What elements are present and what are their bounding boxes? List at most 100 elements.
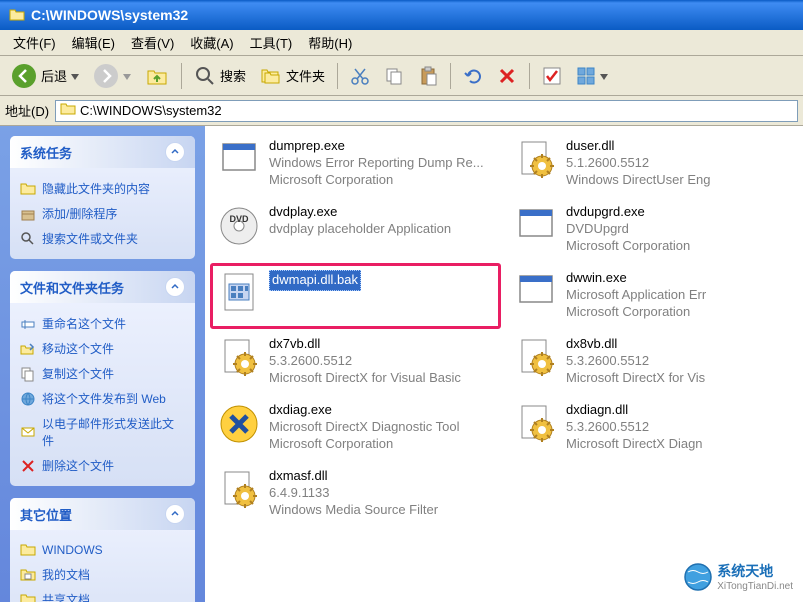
delete-icon xyxy=(497,66,517,86)
system-tasks-panel: 系统任务 隐藏此文件夹的内容 添加/删除程序 搜索文件或文件夹 xyxy=(10,136,195,259)
dropdown-icon xyxy=(71,68,79,83)
window-title: C:\WINDOWS\system32 xyxy=(31,7,188,23)
delete-button[interactable] xyxy=(491,62,523,90)
cut-button[interactable] xyxy=(344,62,376,90)
file-item[interactable]: dx8vb.dll5.3.2600.5512Microsoft DirectX … xyxy=(514,336,791,388)
file-item[interactable]: dx7vb.dll5.3.2600.5512Microsoft DirectX … xyxy=(217,336,494,388)
file-tasks-header[interactable]: 文件和文件夹任务 xyxy=(10,271,195,303)
email-icon xyxy=(20,424,36,440)
dropdown-icon xyxy=(600,68,608,83)
back-arrow-icon xyxy=(11,63,37,89)
search-files-link[interactable]: 搜索文件或文件夹 xyxy=(20,226,185,251)
file-item[interactable]: dwwin.exeMicrosoft Application ErrMicros… xyxy=(514,270,791,322)
menu-help[interactable]: 帮助(H) xyxy=(300,30,360,55)
other-places-header[interactable]: 其它位置 xyxy=(10,498,195,530)
file-item[interactable]: dvdupgrd.exeDVDUpgrdMicrosoft Corporatio… xyxy=(514,204,791,256)
shared-documents-link[interactable]: 共享文档 xyxy=(20,587,185,602)
email-file-link[interactable]: 以电子邮件形式发送此文件 xyxy=(20,411,185,453)
menu-favorites[interactable]: 收藏(A) xyxy=(182,30,241,55)
search-icon xyxy=(20,231,36,247)
copy-file-link[interactable]: 复制这个文件 xyxy=(20,361,185,386)
folders-button[interactable]: 文件夹 xyxy=(254,61,331,91)
forward-button[interactable] xyxy=(87,59,137,93)
menu-tools[interactable]: 工具(T) xyxy=(242,30,301,55)
shared-icon xyxy=(20,592,36,602)
menu-edit[interactable]: 编辑(E) xyxy=(64,30,123,55)
globe-icon xyxy=(683,562,713,592)
folders-icon xyxy=(260,65,282,87)
dxdiag-icon xyxy=(217,402,261,446)
file-list[interactable]: dumprep.exeWindows Error Reporting Dump … xyxy=(205,126,803,602)
hide-folder-contents-link[interactable]: 隐藏此文件夹的内容 xyxy=(20,176,185,201)
dropdown-icon xyxy=(123,68,131,83)
dll-gear-icon xyxy=(217,468,261,512)
panel-title: 其它位置 xyxy=(20,505,72,524)
file-tasks-body: 重命名这个文件 移动这个文件 复制这个文件 将这个文件发布到 Web 以电子邮件… xyxy=(10,303,195,486)
svg-text:DVD: DVD xyxy=(229,214,249,224)
paste-button[interactable] xyxy=(412,62,444,90)
delete-file-link[interactable]: 删除这个文件 xyxy=(20,453,185,478)
copy-button[interactable] xyxy=(378,62,410,90)
my-documents-link[interactable]: 我的文档 xyxy=(20,562,185,587)
toolbar-separator xyxy=(181,63,182,89)
menu-view[interactable]: 查看(V) xyxy=(123,30,182,55)
delete-icon xyxy=(20,458,36,474)
file-item[interactable]: dxdiag.exeMicrosoft DirectX Diagnostic T… xyxy=(217,402,494,454)
exe-icon xyxy=(514,204,558,248)
system-tasks-header[interactable]: 系统任务 xyxy=(10,136,195,168)
file-item-selected[interactable]: dwmapi.dll.bak xyxy=(210,263,501,329)
documents-icon xyxy=(20,567,36,583)
windows-folder-link[interactable]: WINDOWS xyxy=(20,538,185,562)
undo-button[interactable] xyxy=(457,62,489,90)
forward-arrow-icon xyxy=(93,63,119,89)
folder-up-icon xyxy=(145,64,169,88)
search-button[interactable]: 搜索 xyxy=(188,61,252,91)
views-button[interactable] xyxy=(570,62,614,90)
toolbar: 后退 搜索 文件夹 xyxy=(0,56,803,96)
menubar: 文件(F) 编辑(E) 查看(V) 收藏(A) 工具(T) 帮助(H) xyxy=(0,30,803,56)
address-label: 地址(D) xyxy=(5,101,49,120)
dll-gear-icon xyxy=(514,138,558,182)
dll-gear-icon xyxy=(514,402,558,446)
dvd-icon: DVD xyxy=(217,204,261,248)
address-input[interactable]: C:\WINDOWS\system32 xyxy=(55,100,798,122)
undo-icon xyxy=(463,66,483,86)
folder-icon xyxy=(60,101,76,120)
watermark: 系统天地 XiTongTianDi.net xyxy=(683,561,793,592)
up-button[interactable] xyxy=(139,60,175,92)
file-item[interactable]: dxmasf.dll6.4.9.1133Windows Media Source… xyxy=(217,468,494,520)
collapse-icon xyxy=(165,504,185,524)
addressbar: 地址(D) C:\WINDOWS\system32 xyxy=(0,96,803,126)
menu-file[interactable]: 文件(F) xyxy=(5,30,64,55)
search-label: 搜索 xyxy=(220,66,246,85)
toolbar-separator xyxy=(337,63,338,89)
rename-file-link[interactable]: 重命名这个文件 xyxy=(20,311,185,336)
search-icon xyxy=(194,65,216,87)
checkmark-icon xyxy=(542,66,562,86)
add-remove-programs-link[interactable]: 添加/删除程序 xyxy=(20,201,185,226)
panel-title: 系统任务 xyxy=(20,143,72,162)
publish-web-link[interactable]: 将这个文件发布到 Web xyxy=(20,386,185,411)
properties-button[interactable] xyxy=(536,62,568,90)
file-tasks-panel: 文件和文件夹任务 重命名这个文件 移动这个文件 复制这个文件 将这个文件发布到 … xyxy=(10,271,195,486)
move-file-link[interactable]: 移动这个文件 xyxy=(20,336,185,361)
other-places-body: WINDOWS 我的文档 共享文档 我的电脑 xyxy=(10,530,195,602)
file-item[interactable]: DVD dvdplay.exedvdplay placeholder Appli… xyxy=(217,204,494,256)
panel-title: 文件和文件夹任务 xyxy=(20,278,124,297)
address-path: C:\WINDOWS\system32 xyxy=(80,103,222,118)
back-button[interactable]: 后退 xyxy=(5,59,85,93)
file-item[interactable]: dxdiagn.dll5.3.2600.5512Microsoft Direct… xyxy=(514,402,791,454)
file-item[interactable]: duser.dll5.1.2600.5512Windows DirectUser… xyxy=(514,138,791,190)
copy-icon xyxy=(20,366,36,382)
dll-gear-icon xyxy=(514,336,558,380)
toolbar-separator xyxy=(529,63,530,89)
folders-label: 文件夹 xyxy=(286,66,325,85)
folder-icon xyxy=(8,6,26,24)
folder-icon xyxy=(20,542,36,558)
file-item[interactable]: dumprep.exeWindows Error Reporting Dump … xyxy=(217,138,494,190)
package-icon xyxy=(20,206,36,222)
system-tasks-body: 隐藏此文件夹的内容 添加/删除程序 搜索文件或文件夹 xyxy=(10,168,195,259)
sidebar: 系统任务 隐藏此文件夹的内容 添加/删除程序 搜索文件或文件夹 文件和文件夹任务… xyxy=(0,126,205,602)
toolbar-separator xyxy=(450,63,451,89)
collapse-icon xyxy=(165,277,185,297)
